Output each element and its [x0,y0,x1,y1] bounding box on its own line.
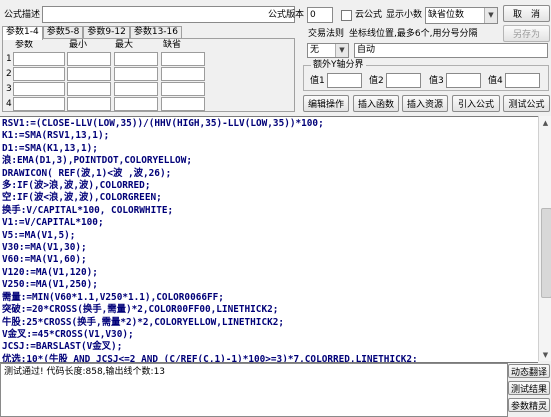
code-line[interactable]: 优选:10*(牛股 AND JCSJ<=2 AND (C/REF(C,1)-1)… [2,354,536,362]
decimals-value: 缺省位数 [428,10,465,20]
y-value-label: 值4 [488,76,503,86]
version-field[interactable]: 0 [307,7,333,23]
code-line[interactable]: RSV1:=(CLOSE-LLV(LOW,35))/(HHV(HIGH,35)-… [2,118,536,130]
param-wizard-button[interactable]: 参数精灵 [508,398,550,412]
code-line[interactable]: 牛股:25*CROSS(换手,需量*2)*2,COLORYELLOW,LINET… [2,317,536,329]
version-label: 公式版本 [268,10,305,20]
scroll-thumb[interactable] [541,208,551,298]
code-line[interactable]: V1:=V/CAPITAL*100; [2,217,536,229]
code-line[interactable]: V30:=MA(V1,30); [2,242,536,254]
insert-function-button[interactable]: 插入函数 [353,95,399,112]
y-value-field[interactable] [505,73,540,88]
formula-editor[interactable]: RSV1:=(CLOSE-LLV(LOW,35))/(HHV(HIGH,35)-… [0,116,538,363]
trade-rule-value: 无 [310,45,320,55]
tab-params-1-4[interactable]: 参数1-4 [2,26,43,40]
code-line[interactable]: JCSJ:=BARSLAST(V金叉); [2,341,536,353]
param-default-field[interactable] [161,52,205,66]
code-line[interactable]: V5:=MA(V1,5); [2,230,536,242]
code-line[interactable]: V250:=MA(V1,250); [2,279,536,291]
code-line[interactable]: K1:=SMA(RSV1,13,1); [2,130,536,142]
import-formula-button[interactable]: 引入公式 [452,95,500,112]
param-row-number: 3 [6,84,12,94]
code-line[interactable]: 多:IF(波>浪,波,波),COLORRED; [2,180,536,192]
param-name-field[interactable] [13,82,65,96]
code-line[interactable]: V120:=MA(V1,120); [2,267,536,279]
param-header-name: 参数 [15,40,34,50]
y-value-field[interactable] [327,73,362,88]
y-value-label: 值1 [310,76,325,86]
version-value: 0 [310,10,316,20]
cancel-button[interactable]: 取 消 [503,5,550,22]
param-header-max: 最大 [115,40,134,50]
y-value-field[interactable] [446,73,481,88]
scroll-up-icon[interactable]: ▲ [539,116,551,129]
code-line[interactable]: 浪:EMA(D1,3),POINTDOT,COLORYELLOW; [2,155,536,167]
status-panel: 测试通过! 代码长度:858,输出线个数:13 [0,363,508,417]
coord-label: 坐标线位置,最多6个,用分号分隔 [349,29,478,39]
cloud-checkbox[interactable] [341,10,352,21]
cloud-label: 云公式 [355,10,383,20]
code-line[interactable]: 突破:=20*CROSS(换手,需量)*2,COLOR00FF00,LINETH… [2,304,536,316]
editor-scrollbar[interactable]: ▲ ▼ [538,116,551,361]
param-min-field[interactable] [67,97,111,111]
param-name-field[interactable] [13,52,65,66]
save-as-button[interactable]: 另存为 [503,25,550,42]
desc-field[interactable] [42,6,295,23]
y-value-field[interactable] [386,73,421,88]
param-min-field[interactable] [67,82,111,96]
coord-value: 自动 [357,45,376,55]
param-row-number: 1 [6,54,12,64]
param-header-default: 缺省 [163,40,182,50]
param-row-number: 2 [6,69,12,79]
chevron-down-icon[interactable]: ▼ [484,8,497,23]
edit-operation-button[interactable]: 编辑操作 [303,95,349,112]
param-min-field[interactable] [67,67,111,81]
test-formula-button[interactable]: 测试公式 [503,95,550,112]
params-panel: 参数 最小 最大 缺省 1 2 3 4 [2,38,295,112]
param-default-field[interactable] [161,97,205,111]
trade-rule-label: 交易法则 [308,29,345,39]
param-name-field[interactable] [13,97,65,111]
param-max-field[interactable] [114,97,158,111]
cloud-checkbox-group[interactable]: 云公式 [341,10,382,21]
param-row-number: 4 [6,99,12,109]
code-line[interactable]: DRAWICON( REF(波,1)<波 ,波,26); [2,168,536,180]
y-value-label: 值3 [429,76,444,86]
chevron-down-icon[interactable]: ▼ [335,44,348,57]
status-message: 测试通过! 代码长度:858,输出线个数:13 [4,367,166,377]
param-name-field[interactable] [13,67,65,81]
code-line[interactable]: V60:=MA(V1,60); [2,254,536,266]
decimals-select[interactable]: 缺省位数 ▼ [425,7,498,24]
desc-label: 公式描述 [4,10,41,20]
extra-y-label: 额外Y轴分界 [311,60,366,71]
param-max-field[interactable] [114,67,158,81]
code-line[interactable]: 换手:V/CAPITAL*100, COLORWHITE; [2,205,536,217]
y-value-label: 值2 [369,76,384,86]
param-header-min: 最小 [69,40,88,50]
code-line[interactable]: 空:IF(波<浪,波,波),COLORGREEN; [2,192,536,204]
param-max-field[interactable] [114,52,158,66]
formula-code[interactable]: RSV1:=(CLOSE-LLV(LOW,35))/(HHV(HIGH,35)-… [0,117,538,362]
coord-field[interactable]: 自动 [354,43,548,58]
insert-resource-button[interactable]: 插入资源 [402,95,448,112]
decimals-label: 显示小数 [386,10,423,20]
test-result-button[interactable]: 测试结果 [508,381,550,395]
param-default-field[interactable] [161,67,205,81]
dynamic-translate-button[interactable]: 动态翻译 [508,364,550,378]
param-max-field[interactable] [114,82,158,96]
code-line[interactable]: D1:=SMA(K1,13,1); [2,143,536,155]
trade-rule-select[interactable]: 无 ▼ [307,43,349,58]
code-line[interactable]: V金叉:=45*CROSS(V1,V30); [2,329,536,341]
param-min-field[interactable] [67,52,111,66]
scroll-down-icon[interactable]: ▼ [539,348,551,361]
code-line[interactable]: 需量:=MIN(V60*1.1,V250*1.1),COLOR0066FF; [2,292,536,304]
param-default-field[interactable] [161,82,205,96]
